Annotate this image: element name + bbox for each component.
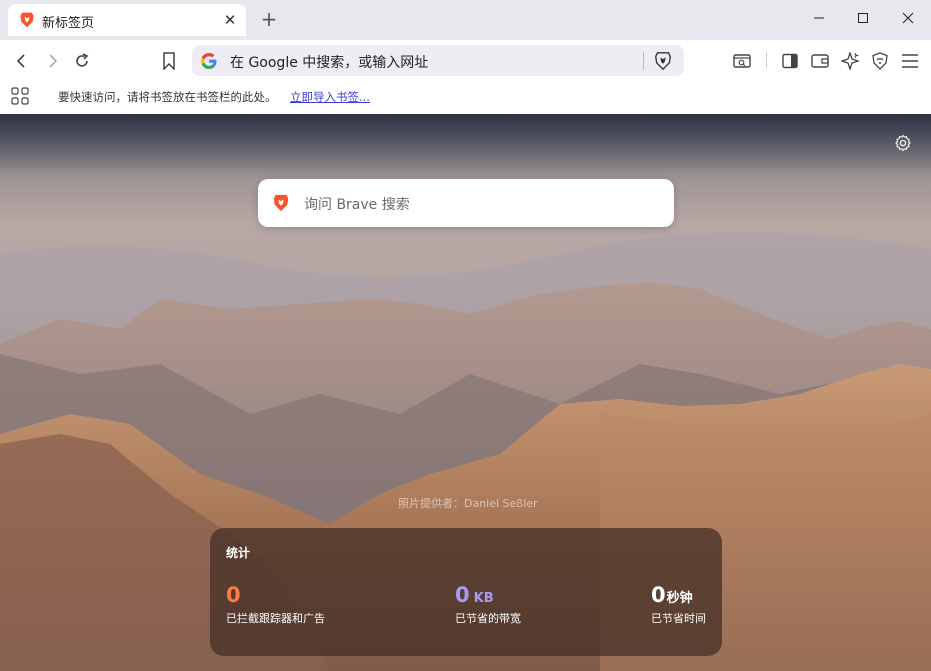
omnibox-text: 在 Google 中搜索，或输入网址 (230, 55, 429, 71)
close-icon[interactable] (893, 8, 923, 32)
google-icon (201, 53, 217, 69)
back-icon[interactable] (11, 50, 33, 72)
brave-search-icon (273, 194, 289, 212)
photo-credit[interactable]: 照片提供者：Daniel Seßler (398, 495, 538, 511)
settings-gear-icon[interactable] (894, 134, 912, 152)
stat-label: 已节省的带宽 (455, 612, 521, 625)
tab-search-icon[interactable] (731, 50, 753, 72)
wallet-icon[interactable] (809, 50, 831, 72)
plus-icon[interactable]: + (258, 8, 280, 30)
leo-ai-icon[interactable] (839, 50, 861, 72)
new-tab-page: 询问 Brave 搜索 照片提供者：Daniel Seßler 统计 0 已拦截… (0, 114, 931, 671)
stat-time-saved: 0秒钟 已节省时间 (651, 583, 706, 626)
omnibox-divider (643, 52, 644, 70)
stats-widget: 统计 0 已拦截跟踪器和广告 0 KB 已节省的带宽 0秒钟 已节省时间 (210, 528, 722, 656)
bookmarks-bar: 要快速访问，请将书签放在书签栏的此处。 立即导入书签... (0, 80, 931, 114)
tab-new-tab[interactable]: 新标签页 ✕ (8, 4, 246, 36)
stats-heading: 统计 (226, 546, 251, 560)
vpn-icon[interactable] (869, 50, 891, 72)
maximize-icon[interactable] (848, 8, 878, 32)
search-placeholder: 询问 Brave 搜索 (304, 197, 410, 213)
stat-bandwidth-saved: 0 KB 已节省的带宽 (455, 583, 521, 626)
reload-icon[interactable] (71, 50, 93, 72)
brave-lion-icon (20, 12, 34, 28)
stat-unit: KB (473, 591, 494, 606)
stat-value: 0 (651, 583, 666, 607)
tab-strip: 新标签页 ✕ + (0, 0, 931, 40)
stat-value: 0 (455, 583, 470, 607)
toolbar: 在 Google 中搜索，或输入网址 (0, 40, 931, 80)
apps-grid-icon[interactable] (11, 87, 29, 105)
stat-unit: 秒钟 (666, 591, 693, 606)
close-icon[interactable]: ✕ (220, 10, 240, 30)
import-bookmarks-link[interactable]: 立即导入书签... (290, 89, 370, 105)
stat-trackers-blocked: 0 已拦截跟踪器和广告 (226, 583, 325, 626)
stat-label: 已节省时间 (651, 612, 706, 625)
stat-value: 0 (226, 583, 241, 607)
address-bar[interactable]: 在 Google 中搜索，或输入网址 (192, 45, 684, 76)
menu-icon[interactable] (899, 50, 921, 72)
toolbar-divider (766, 52, 767, 68)
brave-search-box[interactable]: 询问 Brave 搜索 (258, 179, 674, 227)
stat-label: 已拦截跟踪器和广告 (226, 612, 325, 625)
minimize-icon[interactable] (804, 8, 834, 32)
bookmarks-bar-message: 要快速访问，请将书签放在书签栏的此处。 (58, 90, 277, 104)
forward-icon[interactable] (41, 50, 63, 72)
brave-shields-icon[interactable] (653, 51, 673, 71)
sidebar-icon[interactable] (779, 50, 801, 72)
tab-title: 新标签页 (42, 16, 95, 31)
bookmark-icon[interactable] (158, 50, 180, 72)
